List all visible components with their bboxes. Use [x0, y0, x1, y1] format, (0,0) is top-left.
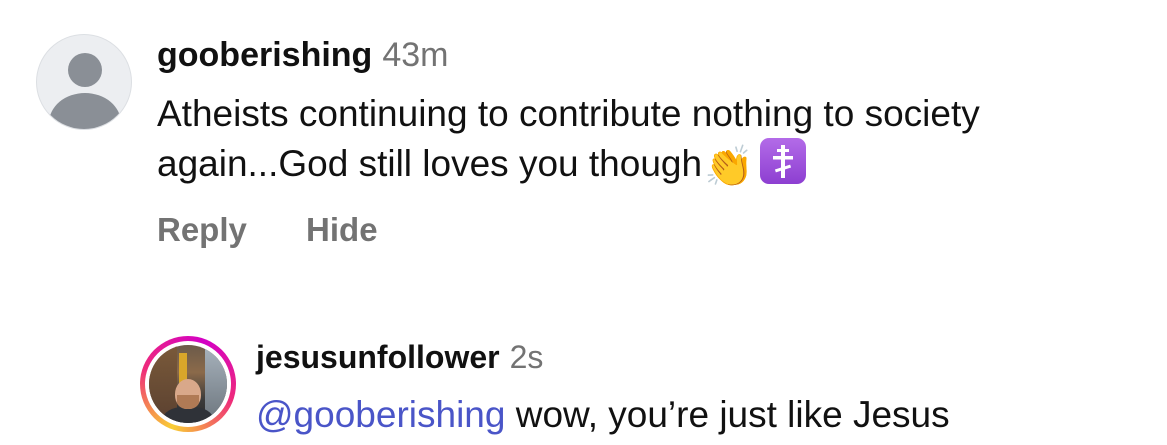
avatar-head-shape	[68, 53, 102, 87]
comment-actions: Reply Hide	[157, 208, 428, 252]
profile-photo	[149, 345, 227, 423]
photo-shirt	[163, 407, 213, 423]
avatar-body-shape	[49, 93, 121, 129]
reply-body: wow, you’re just like Jesus	[505, 394, 950, 435]
story-ring-avatar[interactable]	[140, 336, 236, 432]
orthodox-cross-icon	[759, 138, 806, 184]
reply-username[interactable]: jesusunfollower	[256, 339, 500, 375]
mention-link[interactable]: @gooberishing	[256, 394, 505, 435]
clapping-hands-icon: 👏	[704, 145, 754, 189]
comment-body: Atheists continuing to contribute nothin…	[157, 93, 980, 184]
reply-timestamp: 2s	[509, 339, 544, 375]
reply-header: jesusunfollower 2s	[256, 336, 543, 378]
comment-text: Atheists continuing to contribute nothin…	[157, 90, 1137, 188]
comment-username[interactable]: gooberishing	[157, 36, 372, 74]
comment: gooberishing 43m Atheists continuing to c…	[0, 0, 1167, 270]
reply-button[interactable]: Reply	[157, 208, 247, 252]
hide-button[interactable]: Hide	[306, 208, 378, 252]
comment-timestamp: 43m	[382, 36, 449, 74]
photo-beard	[177, 395, 199, 409]
reply-text: @gooberishing wow, you’re just like Jesu…	[256, 390, 950, 440]
comment-header: gooberishing 43m	[157, 34, 448, 76]
default-avatar-icon[interactable]	[36, 34, 132, 130]
